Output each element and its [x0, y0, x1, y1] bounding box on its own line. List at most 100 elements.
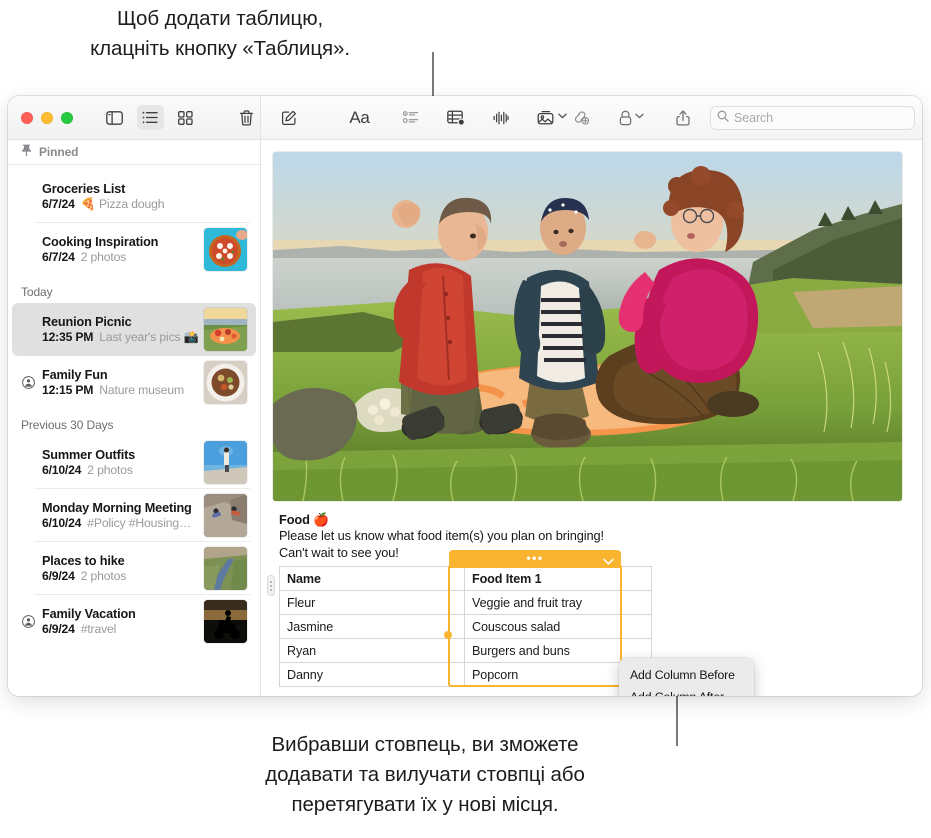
list-item-title: Summer Outfits [42, 448, 204, 462]
table-row[interactable]: Jasmine Couscous salad [280, 615, 652, 639]
list-item-thumbnail [204, 228, 247, 271]
trash-icon [239, 110, 254, 126]
link-add-icon [572, 110, 590, 125]
table-row[interactable]: Fleur Veggie and fruit tray [280, 591, 652, 615]
group-header-previous-30-days: Previous 30 Days [8, 409, 260, 436]
list-item-date: 12:15 PM [42, 383, 93, 397]
row-handle-grip[interactable] [267, 575, 275, 596]
media-button[interactable] [537, 105, 566, 130]
share-button[interactable] [668, 105, 697, 130]
list-item-date: 12:35 PM [42, 330, 93, 344]
list-item-snippet: Last year's pics 📸 [99, 330, 198, 344]
sidebar-item-summer-outfits[interactable]: Summer Outfits 6/10/24 2 photos [12, 436, 256, 489]
list-item-text: Family Vacation 6/9/24 #travel [38, 607, 204, 636]
list-item-text: Groceries List 6/7/24 🍕 Pizza dough [38, 182, 247, 211]
note-hero-image [273, 152, 902, 501]
list-item-thumbnail [204, 494, 247, 537]
list-item-date: 6/10/24 [42, 463, 81, 477]
list-item-date: 6/9/24 [42, 622, 75, 636]
note-detail-pane[interactable]: Food 🍎 Please let us know what food item… [261, 140, 922, 696]
table-row[interactable]: Ryan Burgers and buns [280, 639, 652, 663]
column-drag-knob[interactable] [444, 631, 452, 639]
list-item-text: Summer Outfits 6/10/24 2 photos [38, 448, 204, 477]
list-item-date: 6/9/24 [42, 569, 75, 583]
link-button[interactable] [566, 105, 595, 130]
list-item[interactable]: Groceries List 6/7/24 🍕 Pizza dough [12, 170, 256, 223]
list-item[interactable]: Cooking Inspiration 6/7/24 2 photos [12, 223, 256, 276]
sidebar-toggle-button[interactable] [101, 105, 128, 130]
pinned-section-header: Pinned [8, 140, 260, 165]
waveform-icon [493, 111, 509, 125]
photo-icon [537, 110, 555, 125]
note-text-body[interactable]: Food 🍎 Please let us know what food item… [273, 501, 910, 687]
format-button[interactable]: Aa [345, 105, 374, 130]
minimize-button[interactable] [41, 112, 53, 124]
list-item-title: Family Fun [42, 368, 204, 382]
shared-icon [22, 376, 36, 389]
table-cell[interactable]: Jasmine [280, 615, 465, 639]
lock-icon [619, 110, 632, 126]
compose-icon [281, 110, 297, 126]
list-view-button[interactable] [137, 105, 164, 130]
table-button[interactable] [441, 105, 470, 130]
table-cell[interactable]: Couscous salad [465, 615, 652, 639]
table-header-cell[interactable]: Food Item 1 [465, 567, 652, 591]
delete-note-button[interactable] [233, 105, 260, 130]
table-cell[interactable]: Ryan [280, 639, 465, 663]
notes-sidebar[interactable]: Pinned Groceries List 6/7/24 🍕 Pizza dou… [8, 140, 261, 696]
list-item-text: Family Fun 12:15 PM Nature museum [38, 368, 204, 397]
table-row[interactable]: Danny Popcorn [280, 663, 652, 687]
zoom-button[interactable] [61, 112, 73, 124]
group-header-today: Today [8, 276, 260, 303]
search-input[interactable]: Search [710, 106, 915, 130]
note-food-heading: Food 🍎 [279, 512, 910, 528]
food-table[interactable]: Name Food Item 1 Fleur Veggie and fruit … [279, 566, 652, 687]
close-button[interactable] [21, 112, 33, 124]
checklist-button[interactable] [396, 105, 425, 130]
sidebar-item-places-to-hike[interactable]: Places to hike 6/9/24 2 photos [12, 542, 256, 595]
gallery-view-button[interactable] [172, 105, 199, 130]
list-item-date: 6/10/24 [42, 516, 81, 530]
search-placeholder: Search [734, 111, 773, 125]
aa-icon: Aa [349, 108, 369, 128]
callout-bottom: Вибравши стовпець, ви зможете додавати т… [175, 730, 675, 820]
list-item-date: 6/7/24 [42, 197, 75, 211]
list-item-snippet: #travel [81, 622, 117, 636]
menu-item-add-column-after[interactable]: Add Column After [619, 686, 754, 696]
column-context-menu[interactable]: Add Column Before Add Column After Delet… [619, 658, 754, 696]
note-table[interactable]: ••• Name Food Item 1 [279, 566, 621, 687]
menu-item-add-column-before[interactable]: Add Column Before [619, 664, 754, 686]
list-item-snippet: 2 photos [81, 250, 127, 264]
window-traffic-lights[interactable] [21, 112, 73, 124]
sidebar-item-family-vacation[interactable]: Family Vacation 6/9/24 #travel [12, 595, 256, 648]
column-selection-bar[interactable]: ••• [449, 550, 621, 566]
list-item-text: Reunion Picnic 12:35 PM Last year's pics… [38, 315, 204, 344]
table-icon [447, 110, 465, 126]
table-cell[interactable]: Danny [280, 663, 465, 687]
list-item-snippet: Nature museum [99, 383, 184, 397]
table-cell[interactable]: Fleur [280, 591, 465, 615]
toolbar-left-section [8, 96, 261, 139]
table-header-row[interactable]: Name Food Item 1 [280, 567, 652, 591]
grid-icon [178, 111, 193, 125]
list-item-snippet: 2 photos [81, 569, 127, 583]
table-header-cell[interactable]: Name [280, 567, 465, 591]
list-item-date: 6/7/24 [42, 250, 75, 264]
list-item-snippet: #Policy #Housing… [87, 516, 191, 530]
screenshot-root: Щоб додати таблицю, клацніть кнопку «Таб… [0, 0, 931, 838]
sidebar-icon [106, 111, 123, 125]
lock-button[interactable] [617, 105, 646, 130]
window-toolbar: Aa [8, 96, 922, 140]
sidebar-item-family-fun[interactable]: Family Fun 12:15 PM Nature museum [12, 356, 256, 409]
compose-button[interactable] [274, 105, 303, 130]
audio-button[interactable] [486, 105, 515, 130]
sidebar-item-monday-morning-meeting[interactable]: Monday Morning Meeting 6/10/24 #Policy #… [12, 489, 256, 542]
list-item-text: Cooking Inspiration 6/7/24 2 photos [38, 235, 204, 264]
list-icon [142, 111, 158, 124]
callout-top: Щоб додати таблицю, клацніть кнопку «Таб… [0, 4, 440, 64]
sidebar-item-reunion-picnic[interactable]: Reunion Picnic 12:35 PM Last year's pics… [12, 303, 256, 356]
table-cell[interactable]: Veggie and fruit tray [465, 591, 652, 615]
toolbar-right-section: Aa [261, 96, 922, 139]
chevron-down-icon[interactable] [603, 553, 614, 571]
list-item-thumbnail [204, 600, 247, 643]
